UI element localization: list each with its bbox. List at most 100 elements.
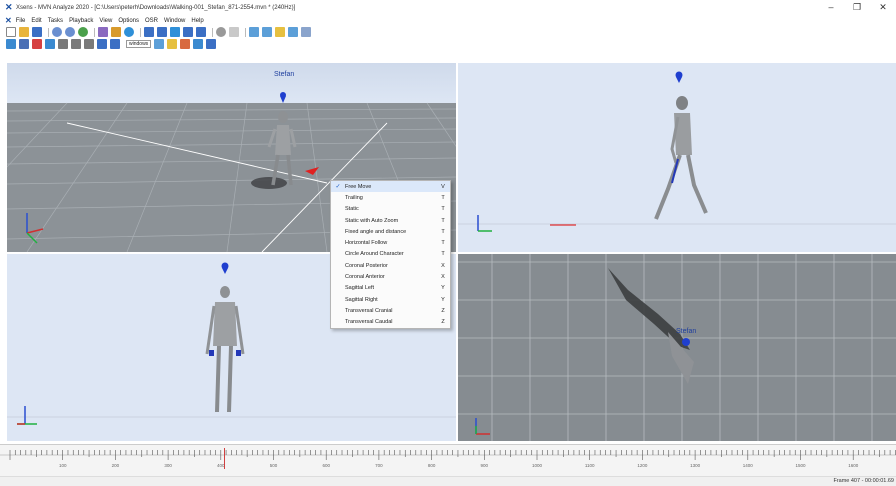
timeline-label: 1000 xyxy=(532,463,543,468)
edit-icon[interactable] xyxy=(275,27,285,37)
menu-item-sagittal-left[interactable]: Sagittal Left Y xyxy=(331,283,450,294)
menu-item-label: Transversal Caudal xyxy=(345,319,393,326)
title-bar: ✕ Xsens - MVN Analyze 2020 - [C:\Users\p… xyxy=(0,0,896,15)
timeline-label: 1200 xyxy=(637,463,648,468)
marker-icon[interactable] xyxy=(229,27,239,37)
minimize-button[interactable]: – xyxy=(818,0,844,15)
play-icon[interactable] xyxy=(170,27,180,37)
menu-options[interactable]: Options xyxy=(118,18,139,24)
network-icon[interactable] xyxy=(98,27,108,37)
menu-item-label: Transversal Cranial xyxy=(345,307,393,314)
menu-item-horizontal-follow[interactable]: Horizontal Follow T xyxy=(331,237,450,248)
menu-item-label: Fixed angle and distance xyxy=(345,228,407,235)
menu-tasks[interactable]: Tasks xyxy=(48,18,63,24)
open-folder-icon[interactable] xyxy=(19,27,29,37)
refresh-icon[interactable] xyxy=(78,27,88,37)
menu-item-fixed-angle-and-distance[interactable]: Fixed angle and distance T xyxy=(331,226,450,237)
menu-item-label: Sagittal Left xyxy=(345,285,375,292)
menu-file[interactable]: File xyxy=(16,18,26,24)
menu-item-coronal-posterior[interactable]: Coronal Posterior X xyxy=(331,260,450,271)
menu-item-shortcut: T xyxy=(441,228,445,235)
xsens-logo-icon: ✕ xyxy=(5,2,13,12)
timeline-label: 300 xyxy=(164,463,172,468)
status-bar: Frame 407 - 00:00:01.69 xyxy=(0,476,896,486)
step-back-icon[interactable] xyxy=(157,27,167,37)
restore-button[interactable]: ❐ xyxy=(844,0,870,15)
grid-icon[interactable] xyxy=(301,27,311,37)
menu-edit[interactable]: Edit xyxy=(31,18,41,24)
menu-item-shortcut: Z xyxy=(441,307,445,314)
menu-item-coronal-anterior[interactable]: Coronal Anterior X xyxy=(331,271,450,282)
app-icon[interactable]: ✕ xyxy=(5,16,12,25)
timeline-label: 1100 xyxy=(585,463,595,468)
save-icon[interactable] xyxy=(32,27,42,37)
skip-start-icon[interactable] xyxy=(144,27,154,37)
filter-icon[interactable] xyxy=(97,39,107,49)
undo-icon[interactable] xyxy=(52,27,62,37)
menu-item-static-with-auto-zoom[interactable]: Static with Auto Zoom T xyxy=(331,215,450,226)
timeline-label: 800 xyxy=(428,463,436,468)
character-name-label: Stefan xyxy=(274,71,295,78)
triangle-icon[interactable] xyxy=(32,39,42,49)
camera-icon[interactable] xyxy=(45,39,55,49)
chart-icon[interactable] xyxy=(154,39,165,49)
record-icon[interactable] xyxy=(124,27,134,37)
timeline-label: 500 xyxy=(270,463,278,468)
viewport-transversal[interactable]: Stefan xyxy=(458,254,896,441)
timeline[interactable]: 100 200 300 400 500 600 700 800 900 1000 1100 1200 1… xyxy=(0,444,896,478)
camera-mode-context-menu: ✓ Free Move V Trailing T Static T Static with A… xyxy=(330,180,451,329)
menu-item-label: Sagittal Right xyxy=(345,296,378,303)
figure-walk-icon[interactable] xyxy=(71,39,81,49)
menu-item-shortcut: T xyxy=(441,251,445,258)
settings-icon[interactable] xyxy=(111,27,121,37)
menu-item-circle-around-character[interactable]: Circle Around Character T xyxy=(331,249,450,260)
timeline-label: 400 xyxy=(217,463,225,468)
pencil-icon[interactable] xyxy=(167,39,178,49)
menu-item-shortcut: X xyxy=(441,274,445,281)
menu-view[interactable]: View xyxy=(99,18,112,24)
redo-icon[interactable] xyxy=(65,27,75,37)
timeline-label: 900 xyxy=(481,463,489,468)
menu-help[interactable]: Help xyxy=(191,18,203,24)
close-button[interactable]: ✕ xyxy=(870,0,896,15)
palette-icon[interactable] xyxy=(180,39,191,49)
menu-item-transversal-caudal[interactable]: Transversal Caudal Z xyxy=(331,317,450,328)
windows-icon[interactable] xyxy=(110,39,120,49)
toolbar-separator xyxy=(245,27,246,37)
avatar-figure xyxy=(205,262,245,413)
export-icon[interactable] xyxy=(193,39,204,49)
grid-layout-icon[interactable] xyxy=(19,39,29,49)
menu-item-label: Static with Auto Zoom xyxy=(345,217,399,224)
menu-item-free-move[interactable]: ✓ Free Move V xyxy=(331,181,450,193)
new-file-icon[interactable] xyxy=(6,27,16,37)
checkmark-icon: ✓ xyxy=(335,184,341,191)
viewport-sagittal[interactable] xyxy=(458,63,896,252)
list-icon[interactable] xyxy=(206,39,217,49)
props-icon[interactable] xyxy=(262,27,272,37)
step-forward-icon[interactable] xyxy=(183,27,193,37)
figure-icon[interactable] xyxy=(58,39,68,49)
menu-item-trailing[interactable]: Trailing T xyxy=(331,192,450,203)
menu-item-sagittal-right[interactable]: Sagittal Right Y xyxy=(331,294,450,305)
stop-record-icon[interactable] xyxy=(216,27,226,37)
window-selector-dropdown[interactable]: windows xyxy=(126,40,152,48)
menu-osr[interactable]: OSR xyxy=(145,18,158,24)
timeline-label: 100 xyxy=(59,463,67,468)
frame-counter: Frame 407 - 00:00:01.69 xyxy=(833,478,894,484)
menu-item-static[interactable]: Static T xyxy=(331,204,450,215)
menu-item-label: Horizontal Follow xyxy=(345,240,388,247)
menu-item-shortcut: T xyxy=(441,194,445,201)
figure-stand-icon[interactable] xyxy=(84,39,94,49)
view-toolbar: windows xyxy=(0,38,219,50)
layout-icon[interactable] xyxy=(6,39,16,49)
timeline-label: 600 xyxy=(322,463,330,468)
graph-icon[interactable] xyxy=(288,27,298,37)
menu-item-shortcut: Y xyxy=(441,285,445,292)
menu-item-label: Static xyxy=(345,206,359,213)
menu-window[interactable]: Window xyxy=(164,18,185,24)
menu-item-transversal-cranial[interactable]: Transversal Cranial Z xyxy=(331,305,450,316)
menu-item-shortcut: Y xyxy=(441,296,445,303)
skip-end-icon[interactable] xyxy=(196,27,206,37)
character-icon[interactable] xyxy=(249,27,259,37)
menu-playback[interactable]: Playback xyxy=(69,18,93,24)
